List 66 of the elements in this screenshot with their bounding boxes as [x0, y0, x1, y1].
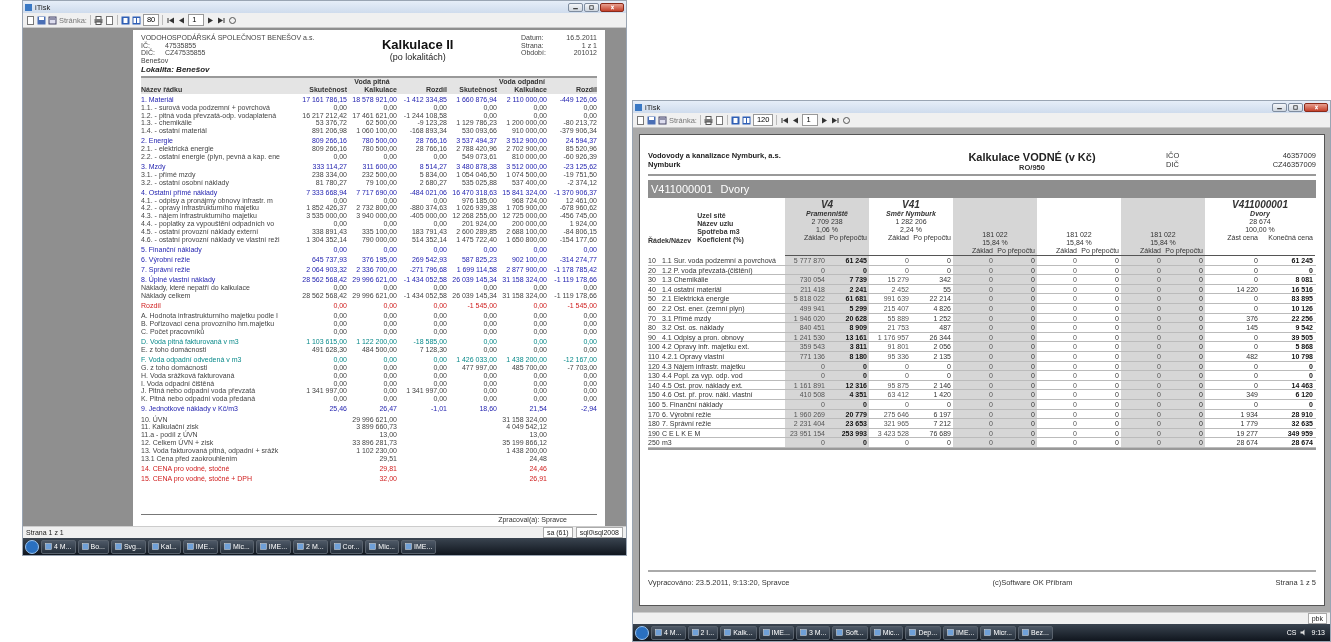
node-code: V4 [820, 199, 834, 210]
document-icon[interactable] [104, 15, 114, 25]
window-icon [836, 629, 844, 636]
single-page-icon[interactable] [730, 115, 740, 125]
close-button[interactable] [600, 2, 624, 12]
locality-title: Lokalita: Benešov [141, 65, 211, 75]
previous-page-icon[interactable] [791, 115, 801, 125]
node-name: Dvory [720, 183, 750, 195]
two-pages-icon[interactable] [741, 115, 751, 125]
window-icon [799, 629, 807, 636]
single-page-icon[interactable] [120, 15, 130, 25]
next-page-icon[interactable] [820, 115, 830, 125]
window-icon [947, 629, 955, 636]
window-icon [873, 629, 881, 636]
window-icon [984, 629, 992, 636]
maximize-button[interactable] [1288, 102, 1303, 112]
first-page-icon[interactable] [166, 15, 176, 25]
close-icon [1312, 103, 1320, 111]
maximize-icon [1292, 103, 1299, 111]
printer-icon[interactable] [93, 15, 103, 25]
close-icon [608, 3, 616, 11]
last-page-icon[interactable] [831, 115, 841, 125]
window-icon [81, 543, 89, 550]
next-page-icon[interactable] [206, 15, 216, 25]
close-button[interactable] [1304, 102, 1328, 112]
document-icon[interactable] [714, 115, 724, 125]
report-title: Kalkulace II [381, 38, 454, 52]
document-icon[interactable] [636, 115, 645, 125]
window-icon [45, 543, 52, 550]
window-icon [909, 629, 917, 636]
window-icon [259, 543, 267, 550]
window-icon [655, 629, 662, 636]
window-icon [1022, 629, 1030, 636]
first-page-icon[interactable] [780, 115, 790, 125]
save-icon[interactable] [647, 115, 656, 125]
last-page-icon[interactable] [217, 15, 227, 25]
window-icon [724, 629, 732, 636]
volume-icon[interactable] [1300, 629, 1308, 636]
two-pages-icon[interactable] [131, 15, 141, 25]
window-icon [405, 543, 413, 550]
node-code: V41 [902, 199, 920, 210]
app-icon [25, 3, 32, 11]
window-icon [369, 543, 377, 550]
window-icon [762, 629, 770, 636]
save-icon[interactable] [37, 15, 46, 25]
window-icon [186, 543, 194, 550]
report-subtitle: (po lokalitách) [389, 52, 446, 62]
window-icon [224, 543, 232, 550]
report-title: Kalkulace VODNÉ (v Kč) [968, 151, 1096, 163]
document-icon[interactable] [26, 15, 35, 25]
start-orb-icon[interactable] [25, 539, 39, 554]
node-code: V411000001 [1232, 199, 1288, 210]
minimize-button[interactable] [568, 2, 583, 12]
minimize-button[interactable] [1272, 102, 1287, 112]
window-icon [691, 629, 699, 636]
app-icon [635, 103, 642, 111]
start-orb-icon[interactable] [635, 625, 649, 640]
window-icon [114, 543, 122, 550]
previous-page-icon[interactable] [177, 15, 187, 25]
printer-icon[interactable] [703, 115, 713, 125]
window-icon [151, 543, 159, 550]
window-icon [333, 543, 341, 550]
maximize-button[interactable] [584, 2, 599, 12]
window-icon [297, 543, 305, 550]
maximize-icon [588, 3, 595, 11]
node-code: V411000001 [651, 183, 713, 195]
